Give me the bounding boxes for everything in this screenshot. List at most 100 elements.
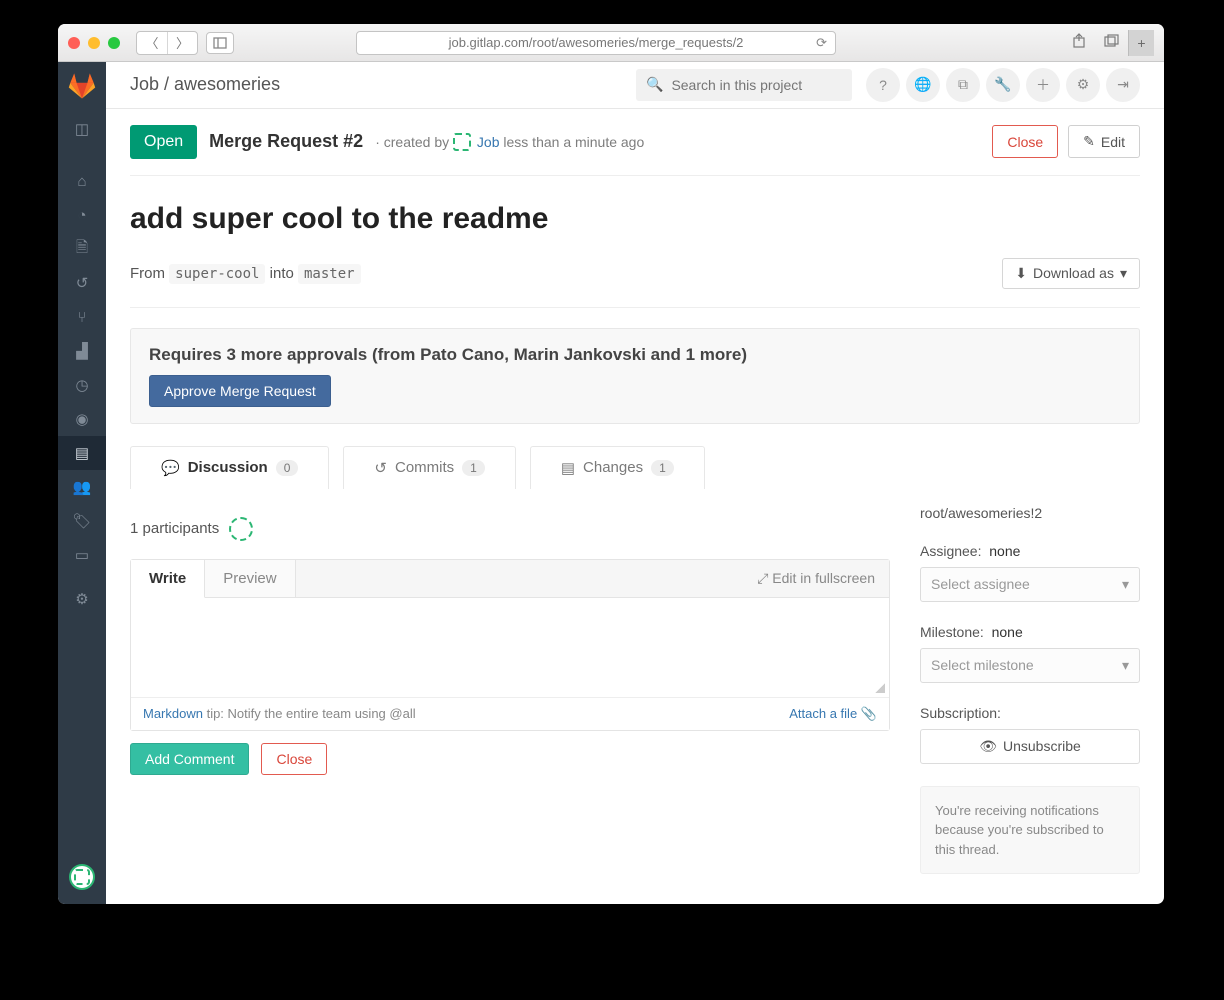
markdown-tip: Markdown tip: Notify the entire team usi…	[143, 706, 416, 722]
maximize-window-icon[interactable]	[108, 37, 120, 49]
rail-branches-icon[interactable]: ⑂	[58, 300, 106, 334]
tab-changes[interactable]: ▤ Changes 1	[530, 446, 705, 489]
markdown-link[interactable]: Markdown	[143, 706, 203, 721]
close-mr-button[interactable]: Close	[992, 125, 1058, 158]
content: Open Merge Request #2 · created by Job l…	[106, 109, 1164, 905]
milestone-select[interactable]: Select milestone ▾	[920, 648, 1140, 683]
rail-wiki-icon[interactable]: ▭	[58, 538, 106, 572]
tab-discussion[interactable]: 💬 Discussion 0	[130, 446, 329, 489]
chevron-down-icon: ▾	[1122, 657, 1129, 674]
add-comment-label: Add Comment	[145, 751, 234, 767]
back-button[interactable]: 〈	[137, 32, 167, 54]
assignee-value: none	[989, 543, 1020, 559]
assignee-block: Assignee: none Select assignee ▾	[920, 543, 1140, 602]
comment-actions: Add Comment Close	[130, 743, 890, 775]
download-icon: ⬇	[1015, 265, 1027, 282]
target-branch: master	[298, 264, 361, 284]
main-column: 1 participants Write Preview ⤢ Edit in f…	[130, 505, 890, 875]
rail-milestones-icon[interactable]: ◷	[58, 368, 106, 402]
assignee-select[interactable]: Select assignee ▾	[920, 567, 1140, 602]
attach-file-link[interactable]: Attach a file 📎	[789, 706, 877, 722]
download-button[interactable]: ⬇ Download as ▾	[1002, 258, 1140, 289]
source-branch: super-cool	[169, 264, 265, 284]
approve-button[interactable]: Approve Merge Request	[149, 375, 331, 407]
comment-box: Write Preview ⤢ Edit in fullscreen	[130, 559, 890, 731]
comment-textarea-wrap	[131, 598, 889, 697]
branch-info: From super-cool into master	[130, 265, 361, 282]
mr-reference: root/awesomeries!2	[920, 505, 1140, 521]
gitlab-logo-icon[interactable]	[68, 72, 96, 100]
unsubscribe-button[interactable]: 👁 Unsubscribe	[920, 729, 1140, 764]
tab-discussion-label: Discussion	[188, 459, 268, 476]
rail-files-icon[interactable]: 🗎	[58, 232, 106, 266]
copy-icon[interactable]: ⧉	[946, 68, 980, 102]
participants-label: 1 participants	[130, 520, 219, 537]
edit-mr-button[interactable]: ✎Edit	[1068, 125, 1140, 158]
mr-head-actions: Close ✎Edit	[992, 125, 1140, 158]
approval-text: Requires 3 more approvals (from Pato Can…	[149, 345, 1121, 365]
close-mr-label: Close	[1007, 134, 1043, 150]
forward-button[interactable]: 〉	[167, 32, 197, 54]
rail-home-icon[interactable]: ⌂	[58, 164, 106, 198]
close-window-icon[interactable]	[68, 37, 80, 49]
wrench-icon[interactable]: 🔧	[986, 68, 1020, 102]
tabs-overview-icon[interactable]	[1104, 34, 1120, 51]
close-from-comment-button[interactable]: Close	[261, 743, 327, 775]
resize-handle-icon[interactable]	[875, 683, 885, 693]
app-frame: ◫ ⌂ ◔ 🗎 ↺ ⑂ ▟ ◷ ◉ ▤ 👥 🏷 ▭ ⚙ Job / awesom…	[58, 62, 1164, 904]
main-pane: Job / awesomeries 🔍 ? 🌐 ⧉ 🔧 ＋ ⚙ ⇥	[106, 62, 1164, 904]
comment-textarea[interactable]	[131, 598, 889, 694]
tabs-button[interactable]	[206, 32, 234, 54]
browser-window: 〈 〉 job.gitlap.com/root/awesomeries/merg…	[58, 24, 1164, 904]
new-tab-button[interactable]: +	[1128, 30, 1154, 56]
help-icon[interactable]: ?	[866, 68, 900, 102]
milestone-select-placeholder: Select milestone	[931, 657, 1034, 673]
tab-commits[interactable]: ↺ Commits 1	[343, 446, 515, 489]
rail-members-icon[interactable]: 👥	[58, 470, 106, 504]
add-comment-button[interactable]: Add Comment	[130, 743, 249, 775]
author-link[interactable]: Job	[477, 134, 500, 150]
project-search[interactable]: 🔍	[636, 69, 852, 101]
explore-icon[interactable]: 🌐	[906, 68, 940, 102]
assignee-select-placeholder: Select assignee	[931, 576, 1030, 592]
rail-merge-requests-icon[interactable]: ▤	[58, 436, 106, 470]
tab-changes-count: 1	[651, 460, 674, 476]
comment-footer: Markdown tip: Notify the entire team usi…	[131, 697, 889, 730]
into-label: into	[270, 265, 294, 282]
caret-down-icon: ▾	[1120, 265, 1127, 282]
columns: 1 participants Write Preview ⤢ Edit in f…	[130, 505, 1140, 875]
gear-icon[interactable]: ⚙	[1066, 68, 1100, 102]
tab-discussion-count: 0	[276, 460, 299, 476]
plus-icon[interactable]: ＋	[1026, 68, 1060, 102]
rail-history-icon[interactable]: ↺	[58, 266, 106, 300]
rail-graphs-icon[interactable]: ▟	[58, 334, 106, 368]
breadcrumb[interactable]: Job / awesomeries	[130, 74, 280, 95]
sign-out-icon[interactable]: ⇥	[1106, 68, 1140, 102]
reload-icon[interactable]: ⟳	[816, 35, 827, 51]
eye-icon: 👁	[979, 738, 997, 755]
paperclip-icon: 📎	[861, 706, 877, 721]
fullscreen-link[interactable]: ⤢ Edit in fullscreen	[757, 570, 889, 587]
preview-tab[interactable]: Preview	[205, 560, 295, 597]
rail-labels-icon[interactable]: 🏷	[58, 504, 106, 538]
rail-issues-icon[interactable]: ◉	[58, 402, 106, 436]
tab-commits-label: Commits	[395, 459, 454, 476]
rail-collapse-icon[interactable]: ◫	[58, 112, 106, 146]
url-text: job.gitlap.com/root/awesomeries/merge_re…	[449, 35, 744, 50]
write-tab[interactable]: Write	[131, 560, 205, 598]
mr-title: add super cool to the readme	[130, 202, 1140, 236]
download-label: Download as	[1033, 265, 1114, 281]
branches-row: From super-cool into master ⬇ Download a…	[130, 258, 1140, 308]
search-input[interactable]	[671, 77, 852, 93]
status-badge: Open	[130, 125, 197, 159]
mr-meta: · created by Job less than a minute ago	[375, 133, 644, 151]
rail-dashboard-icon[interactable]: ◔	[58, 198, 106, 232]
rail-settings-icon[interactable]: ⚙	[58, 582, 106, 616]
expand-icon: ⤢	[757, 570, 768, 586]
window-controls	[68, 37, 120, 49]
user-avatar-icon[interactable]	[69, 864, 95, 890]
url-bar[interactable]: job.gitlap.com/root/awesomeries/merge_re…	[356, 31, 836, 55]
share-icon[interactable]	[1072, 33, 1086, 52]
from-label: From	[130, 265, 165, 282]
minimize-window-icon[interactable]	[88, 37, 100, 49]
